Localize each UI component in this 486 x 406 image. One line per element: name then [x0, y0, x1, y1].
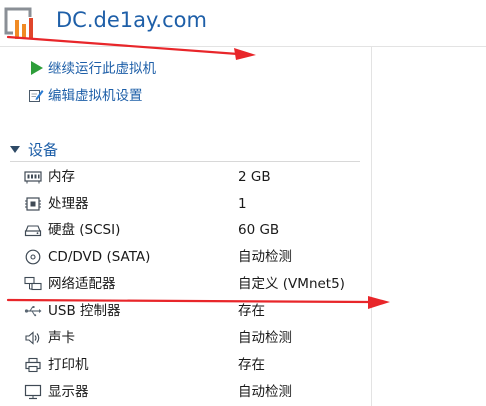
- annotation-arrows: [6, 35, 390, 309]
- annotation-arrow-bottom: [6, 296, 390, 309]
- annotation-arrow-top: [6, 35, 256, 60]
